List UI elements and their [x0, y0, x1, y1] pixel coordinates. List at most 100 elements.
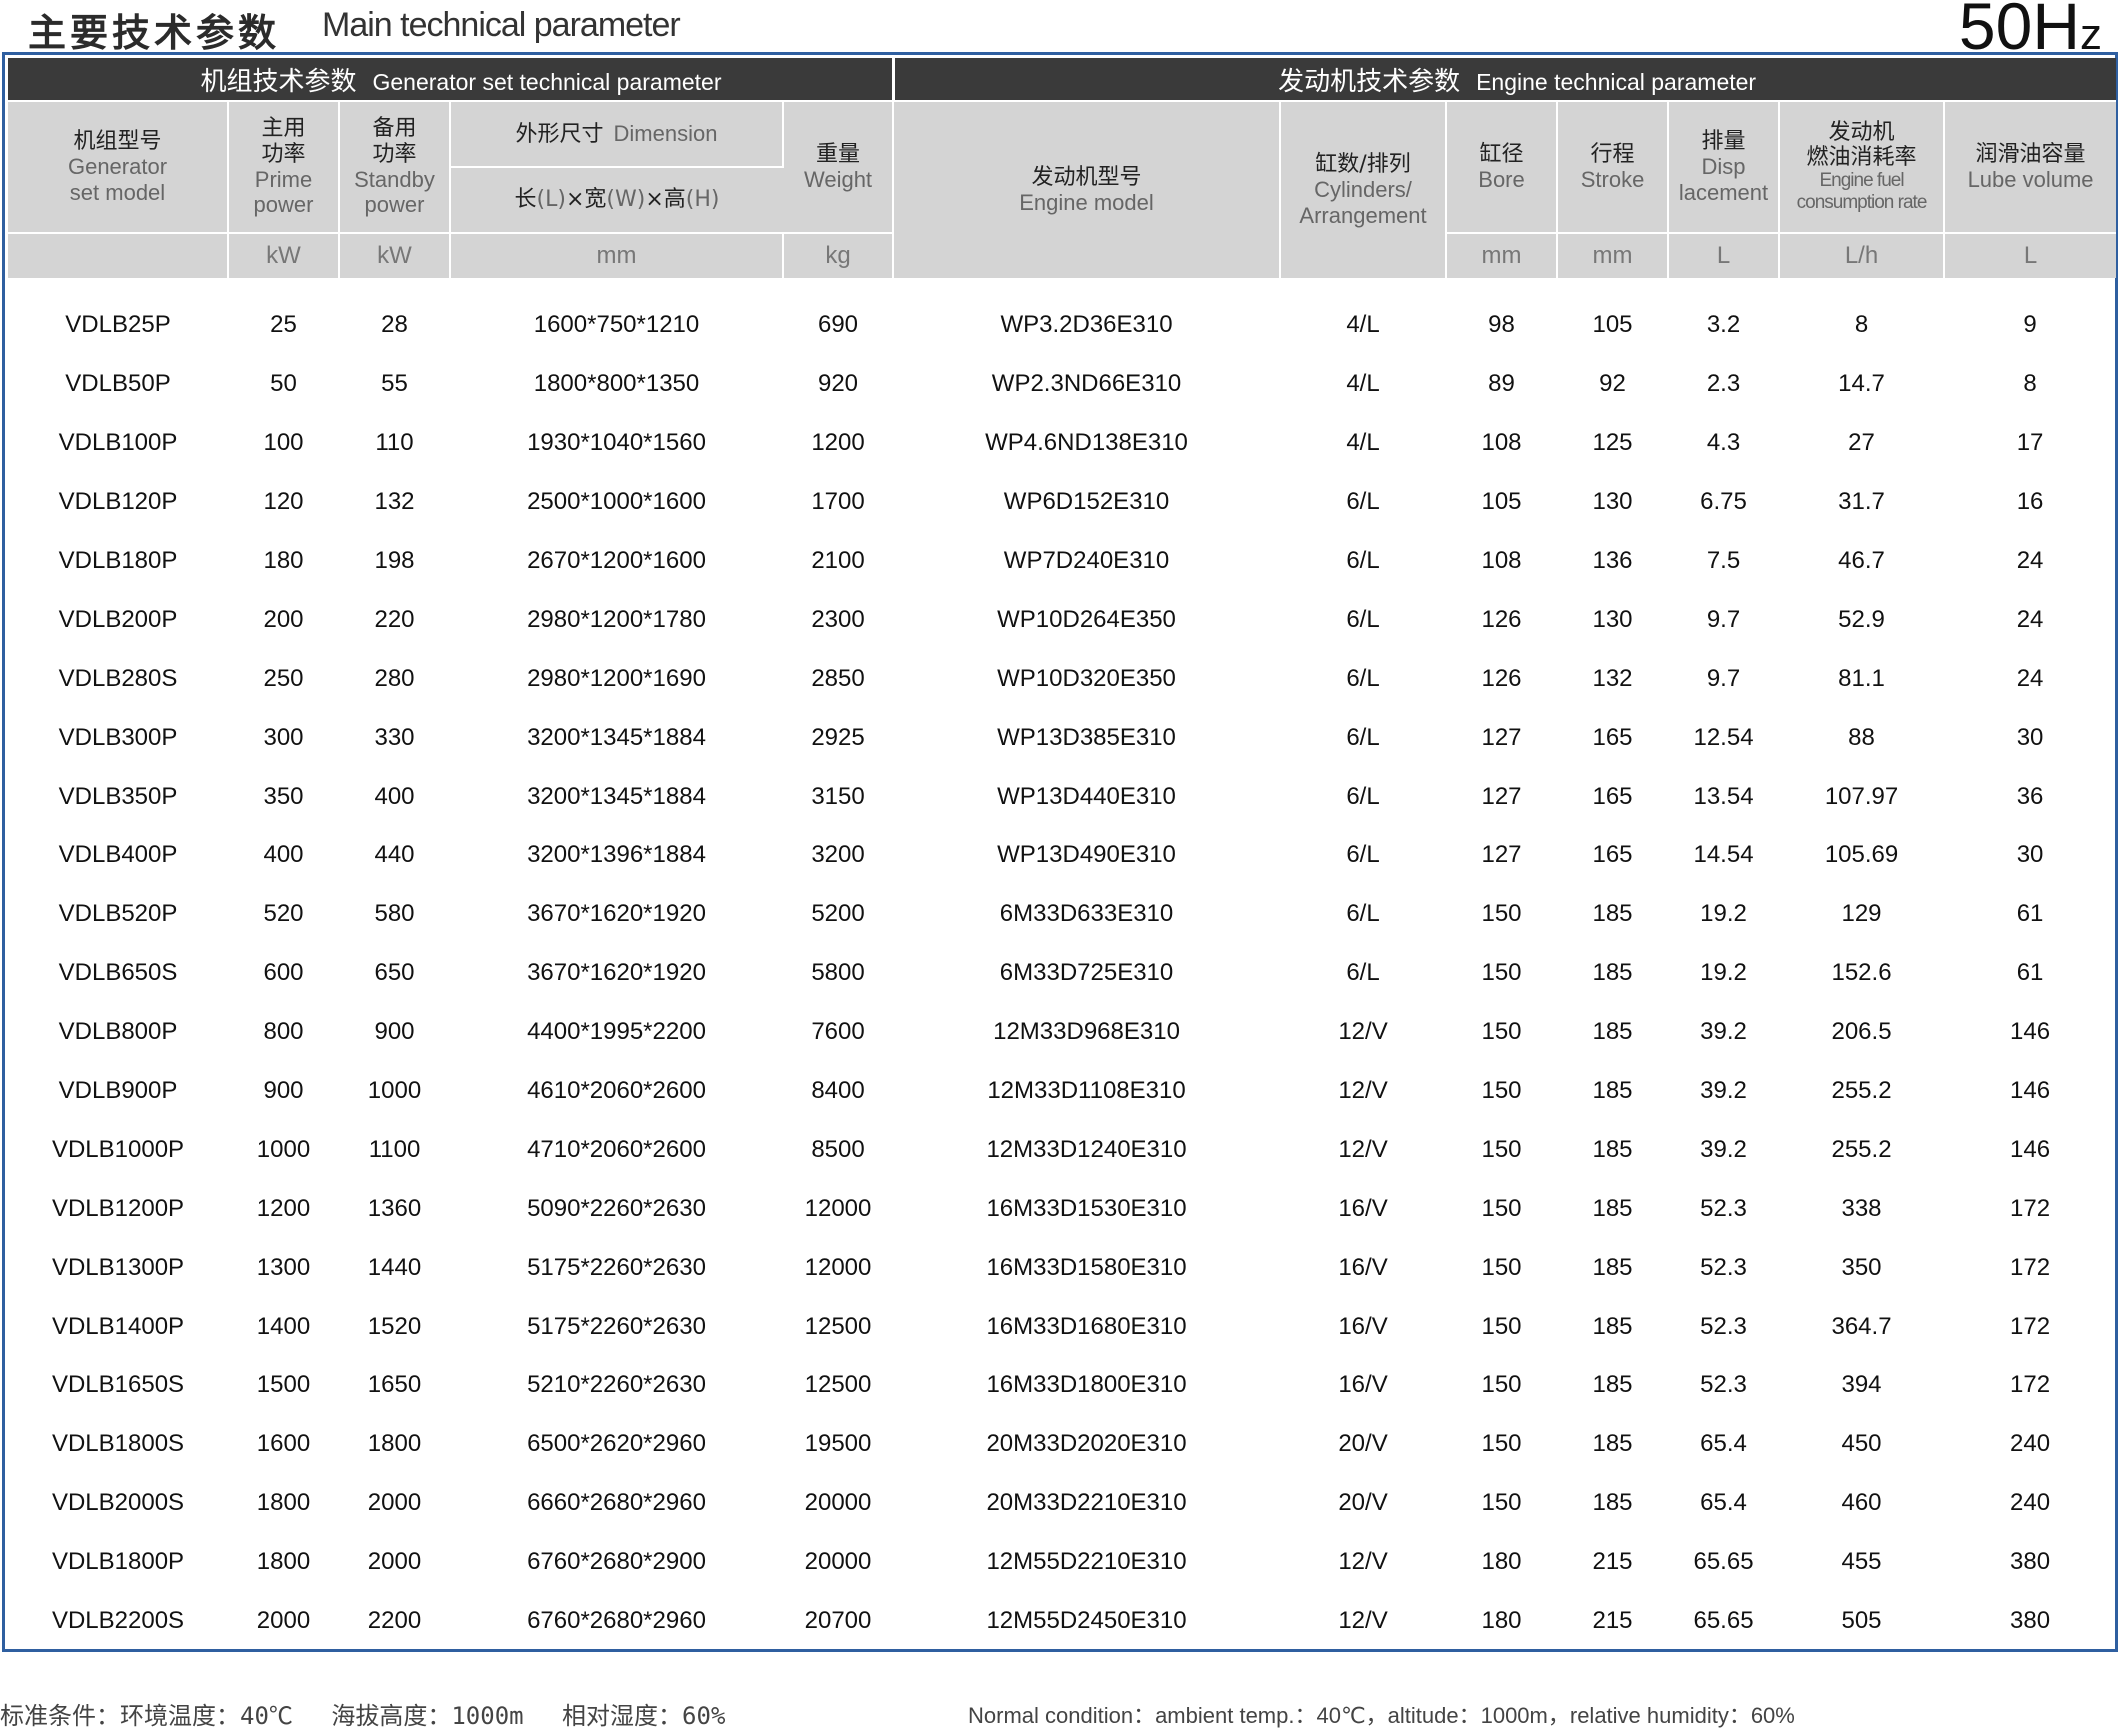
table-row: VDLB200P 200 220 2980*1200*1780 2300 WP10D264… — [8, 590, 2116, 649]
dim-h-zh: ×高 — [645, 187, 686, 213]
cell-cylinders: 16/V — [1338, 1194, 1388, 1222]
cell-fuel-rate: 31.7 — [1838, 488, 1885, 516]
cell-bore: 108 — [1481, 547, 1522, 574]
cell-fuel-rate: 255.2 — [1831, 1135, 1892, 1163]
cell-lube-volume: 172 — [2010, 1253, 2051, 1281]
cell-displacement: 9.7 — [1706, 664, 1741, 692]
cell-standby-power: 2000 — [367, 1489, 422, 1517]
cell-engine-model: WP13D385E310 — [997, 723, 1176, 751]
cell-standby-power: 1800 — [367, 1430, 422, 1458]
cell-engine-model: 12M55D2210E310 — [986, 1548, 1187, 1576]
cell-displacement: 65.65 — [1693, 1607, 1754, 1635]
cell-model: VDLB400P — [58, 841, 178, 869]
cell-stroke: 215 — [1592, 1607, 1633, 1635]
table-row: VDLB1000P 1000 1100 4710*2060*2600 8500 12M33… — [8, 1120, 2116, 1179]
cell-dimension: 1930*1040*1560 — [527, 429, 706, 457]
cell-standby-power: 220 — [374, 605, 415, 633]
table-row: VDLB350P 350 400 3200*1345*1884 3150 WP13D440… — [8, 767, 2116, 826]
cell-cylinders: 6/L — [1346, 547, 1380, 574]
cell-prime-power: 1800 — [256, 1489, 311, 1517]
dim-h: (H) — [685, 187, 720, 213]
cell-standby-power: 900 — [374, 1018, 415, 1046]
cell-standby-power: 1520 — [367, 1312, 422, 1340]
cell-displacement: 2.3 — [1706, 370, 1741, 398]
cell-engine-model: WP6D152E310 — [1003, 488, 1170, 516]
col-header-stroke: 行程 Stroke — [1557, 100, 1670, 233]
cell-model: VDLB25P — [65, 311, 171, 339]
cell-fuel-rate: 450 — [1841, 1430, 1882, 1458]
cell-standby-power: 1000 — [367, 1077, 422, 1105]
col-header-model: 机组型号 Generator set model — [8, 100, 229, 233]
cell-standby-power: 650 — [374, 959, 415, 987]
cell-fuel-rate: 364.7 — [1831, 1312, 1892, 1340]
unit-dimension: mm — [450, 232, 784, 278]
spacer-row — [8, 278, 2116, 296]
cell-displacement: 52.3 — [1700, 1371, 1747, 1399]
table-row: VDLB1650S 1500 1650 5210*2260*2630 12500 16M3… — [8, 1356, 2116, 1415]
cell-prime-power: 120 — [263, 488, 304, 516]
cell-engine-model: 6M33D633E310 — [999, 900, 1174, 928]
standby-en2: power — [364, 192, 425, 218]
cell-bore: 180 — [1481, 1548, 1522, 1576]
cell-stroke: 185 — [1592, 900, 1633, 928]
cell-bore: 150 — [1481, 1371, 1522, 1399]
cell-standby-power: 440 — [374, 841, 415, 869]
cell-model: VDLB280S — [58, 664, 178, 692]
dim-w: (W) — [606, 187, 646, 213]
cell-model: VDLB1000P — [51, 1135, 185, 1163]
standby-en1: Standby — [354, 167, 435, 192]
cell-weight: 8500 — [811, 1135, 865, 1163]
col-header-weight: 重量 Weight — [783, 100, 895, 233]
cell-fuel-rate: 107.97 — [1824, 782, 1899, 810]
cell-dimension: 2980*1200*1690 — [527, 664, 706, 692]
cell-fuel-rate: 350 — [1841, 1253, 1882, 1281]
cell-dimension: 3200*1345*1884 — [527, 782, 706, 810]
cell-weight: 3200 — [811, 841, 865, 869]
cell-weight: 1700 — [811, 488, 865, 516]
col-header-fuel: 发动机 燃油消耗率 Engine fuel consumption rate — [1779, 100, 1946, 233]
cell-stroke: 105 — [1592, 311, 1633, 339]
stroke-zh: 行程 — [1590, 141, 1635, 167]
prime-zh2: 功率 — [261, 141, 306, 167]
cell-standby-power: 1440 — [367, 1253, 422, 1281]
cell-fuel-rate: 460 — [1841, 1489, 1882, 1517]
cell-standby-power: 198 — [374, 547, 415, 574]
cell-prime-power: 1400 — [256, 1312, 311, 1340]
cell-engine-model: 12M33D968E310 — [993, 1018, 1180, 1046]
cell-model: VDLB650S — [58, 959, 178, 987]
cell-prime-power: 400 — [263, 841, 304, 869]
cell-displacement: 3.2 — [1706, 311, 1741, 339]
cell-dimension: 6500*2620*2960 — [527, 1430, 706, 1458]
cell-lube-volume: 61 — [2016, 900, 2044, 928]
standby-zh1: 备用 — [372, 116, 417, 142]
weight-en: Weight — [803, 167, 873, 192]
cell-weight: 2850 — [811, 664, 865, 692]
fuel-en2: consumption rate — [1796, 192, 1928, 214]
cylinders-en1: Cylinders/ — [1314, 177, 1412, 203]
cell-displacement: 52.3 — [1700, 1312, 1747, 1340]
dim-l: (L) — [536, 187, 566, 213]
table-row: VDLB1800P 1800 2000 6760*2680*2900 20000 12M5… — [8, 1533, 2116, 1592]
cell-cylinders: 16/V — [1338, 1312, 1388, 1340]
cell-weight: 2300 — [811, 605, 865, 633]
cell-dimension: 3670*1620*1920 — [527, 900, 706, 928]
cell-dimension: 6660*2680*2960 — [527, 1489, 706, 1517]
table-row: VDLB1200P 1200 1360 5090*2260*2630 12000 16M3… — [8, 1179, 2116, 1238]
cell-lube-volume: 30 — [2016, 841, 2044, 869]
cell-engine-model: WP10D320E350 — [997, 664, 1176, 692]
cell-dimension: 5090*2260*2630 — [527, 1194, 706, 1222]
cell-engine-model: 12M33D1108E310 — [987, 1077, 1186, 1105]
cell-engine-model: 20M33D2020E310 — [986, 1430, 1187, 1458]
lube-zh: 润滑油容量 — [1975, 141, 2086, 167]
cell-stroke: 125 — [1592, 429, 1633, 457]
disp-zh: 排量 — [1701, 129, 1746, 155]
genset-group-header: 机组技术参数 Generator set technical parameter — [8, 58, 895, 101]
cell-stroke: 185 — [1592, 1489, 1633, 1517]
cell-weight: 12500 — [804, 1312, 872, 1340]
disp-en1: Disp — [1701, 154, 1746, 180]
cell-bore: 126 — [1481, 664, 1522, 692]
cell-cylinders: 20/V — [1338, 1430, 1388, 1458]
cell-lube-volume: 146 — [2010, 1077, 2051, 1105]
prime-en1: Prime — [254, 167, 313, 192]
engine-group-zh: 发动机技术参数 — [1278, 66, 1461, 97]
